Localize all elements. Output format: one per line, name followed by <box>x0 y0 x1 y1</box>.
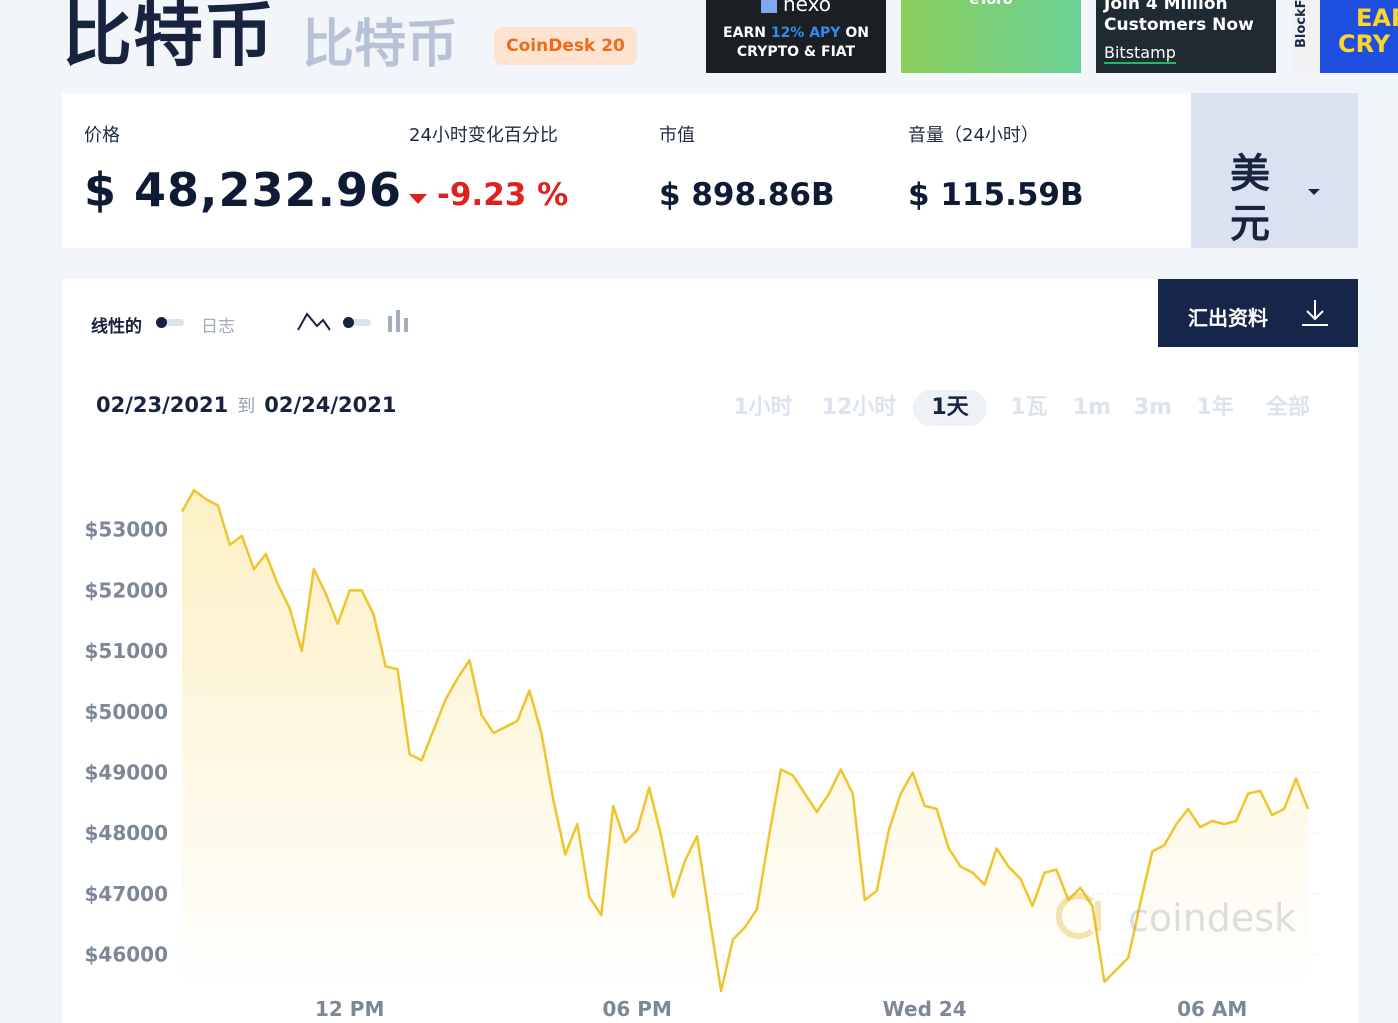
blockfi-side: BlockFi <box>1291 0 1320 73</box>
bitstamp-line1: Join 4 Million <box>1104 0 1228 14</box>
caret-down-icon <box>1308 189 1320 195</box>
blockfi-line1: EAR <box>1356 4 1398 32</box>
y-tick-label-0: $53000 <box>85 518 169 542</box>
x-tick-label-1: 06 PM <box>603 997 672 1021</box>
y-tick-label-2: $51000 <box>85 639 169 663</box>
y-tick-label-1: $52000 <box>85 578 169 602</box>
volume-value: $ 115.59B <box>908 177 1084 213</box>
change-value: -9.23 % <box>437 177 569 213</box>
price-label: 价格 <box>84 125 120 146</box>
x-tick-label-0: 12 PM <box>315 997 384 1021</box>
y-tick-label-4: $49000 <box>85 760 169 784</box>
nexo-logo-icon <box>760 0 777 13</box>
down-triangle-icon <box>409 193 427 204</box>
nexo-line1-highlight: 12% APY <box>770 25 841 41</box>
etoro-logo: eToro <box>969 0 1013 8</box>
coindesk-watermark-text: coindesk <box>1128 896 1296 940</box>
y-tick-label-7: $46000 <box>85 943 169 967</box>
change-value-wrap: -9.23 % <box>409 177 568 213</box>
nexo-line1: EARN 12% APY ON <box>706 25 886 41</box>
coindesk20-badge[interactable]: CoinDesk 20 <box>494 27 637 65</box>
ad-blockfi[interactable]: BlockFi EAR CRY <box>1291 0 1398 73</box>
price-stats-card: 价格 $ 48,232.96 24小时变化百分比 -9.23 % 市值 $ 89… <box>62 93 1358 248</box>
nexo-line2: CRYPTO & FIAT <box>736 44 856 60</box>
page-subtitle: 比特币 <box>302 15 459 75</box>
ad-bitstamp[interactable]: Join 4 Million Customers Now Bitstamp <box>1096 0 1276 73</box>
price-chart: $53000 $52000 $51000 $50000 $49000 $48000 $470… <box>85 488 1320 1021</box>
blockfi-line2: CRY <box>1338 30 1391 58</box>
x-tick-label-3: 06 AM <box>1177 997 1247 1021</box>
ad-nexo[interactable]: nexo EARN 12% APY ON CRYPTO & FIAT <box>706 0 886 73</box>
currency-value: 美元 <box>1230 151 1270 247</box>
bitstamp-link: Bitstamp <box>1104 43 1176 64</box>
nexo-logo-text: nexo <box>782 0 832 16</box>
y-tick-label-6: $47000 <box>85 882 169 906</box>
page-title: 比特币 <box>62 0 275 76</box>
volume-label: 音量（24小时） <box>908 125 1039 146</box>
blockfi-logo: BlockFi <box>1294 0 1309 48</box>
y-tick-label-3: $50000 <box>85 700 169 724</box>
x-tick-label-2: Wed 24 <box>883 997 967 1021</box>
nexo-logo: nexo <box>706 0 886 16</box>
ad-etoro[interactable]: eToro <box>901 0 1081 73</box>
currency-selector[interactable]: 美元 <box>1191 93 1358 248</box>
nexo-line1-b: ON <box>840 25 869 41</box>
price-value: $ 48,232.96 <box>84 163 403 217</box>
y-tick-label-5: $48000 <box>85 821 169 845</box>
market-cap-label: 市值 <box>659 125 695 146</box>
change-label: 24小时变化百分比 <box>409 125 558 146</box>
bitstamp-line2: Customers Now <box>1104 15 1254 35</box>
nexo-line1-a: EARN <box>723 25 771 41</box>
market-cap-value: $ 898.86B <box>659 177 835 213</box>
price-chart-card: 线性的 日志 汇出资料 02/23/2021 到 02/24/2021 1小时 12小… <box>62 279 1358 1023</box>
blockfi-banner: EAR CRY <box>1320 0 1398 73</box>
